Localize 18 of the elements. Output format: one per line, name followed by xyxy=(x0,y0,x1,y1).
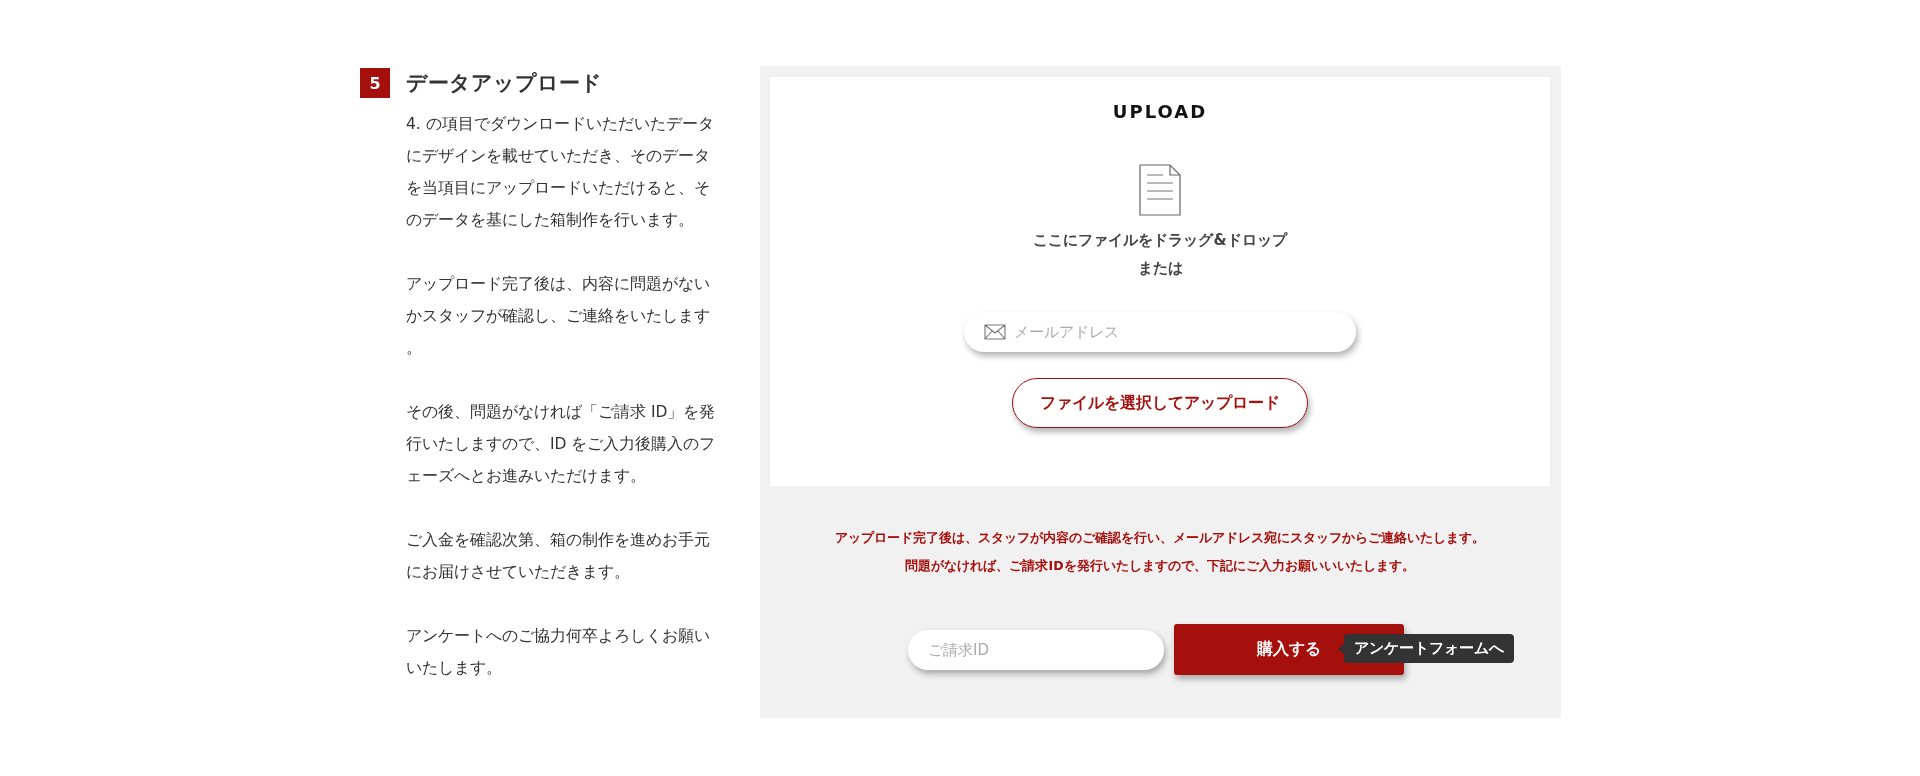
document-icon xyxy=(1139,164,1181,216)
email-field[interactable]: メールアドレス xyxy=(964,312,1356,352)
paragraph: アップロード完了後は、内容に問題がないかスタッフが確認し、ご連絡をいたします。 xyxy=(406,274,711,359)
survey-tooltip[interactable]: アンケートフォームへ xyxy=(1344,634,1514,663)
notice-text: 問題がなければ、ご請求IDを発行いたしますので、下記にご入力お願いいいたします。 xyxy=(905,557,1415,575)
section-title: データアップロード xyxy=(406,70,602,97)
upload-title: UPLOAD xyxy=(1112,101,1208,122)
billing-id-field[interactable]: ご請求ID xyxy=(908,629,1164,670)
or-text: または xyxy=(1137,258,1183,278)
upload-button[interactable]: ファイルを選択してアップロード xyxy=(1012,378,1308,428)
paragraph: ご入金を確認次第、箱の制作を進めお手元にお届けさせていただきます。 xyxy=(406,530,711,583)
upload-area[interactable]: UPLOAD ここにファイルをドラッグ&ドロップ または メールアドレス ファイルを選択してアップロード xyxy=(770,77,1550,486)
notice-text: アップロード完了後は、スタッフが内容のご確認を行い、メールアドレス宛にスタッフからご連絡いたします。 xyxy=(835,529,1485,547)
step-number-badge: 5 xyxy=(360,68,390,98)
paragraph: アンケートへのご協力何卒よろしくお願いいたします。 xyxy=(406,626,711,679)
paragraph: 4. の項目でダウンロードいただいたデータにデザインを載せていただき、そのデータを当項目にアップロードいただけると、そのデータを基にした箱制作を行います。 xyxy=(406,114,715,231)
paragraph: その後、問題がなければ「ご請求 ID」を発行いたしますので、ID をご入力後購入のフェーズへとお進みいただけます。 xyxy=(406,402,717,487)
drop-instruction: ここにファイルをドラッグ&ドロップ xyxy=(1033,230,1287,250)
